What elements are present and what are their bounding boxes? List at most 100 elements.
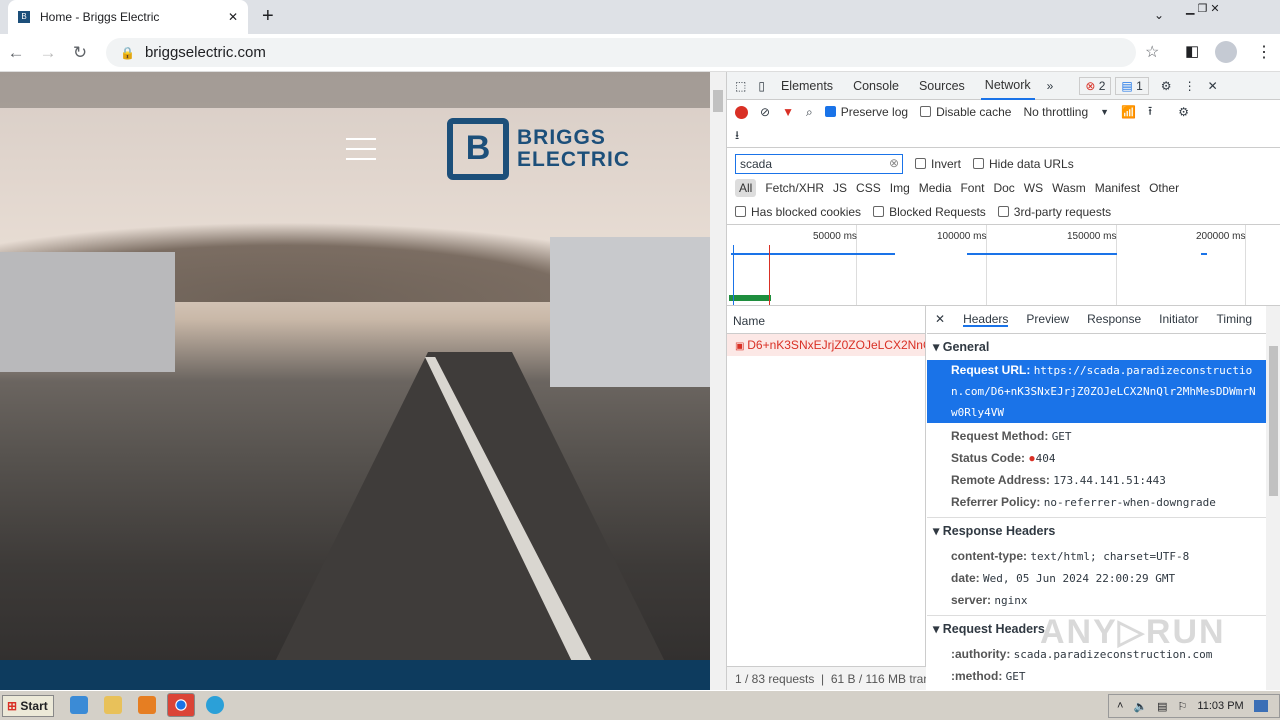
timeline-bar	[731, 253, 895, 255]
import-har-icon[interactable]: ⭱	[1148, 102, 1152, 123]
tab-timing[interactable]: Timing	[1217, 312, 1253, 327]
messages-badge[interactable]: ▤ 1	[1115, 76, 1149, 95]
type-js[interactable]: JS	[833, 181, 847, 195]
taskbar: ⊞ Start ˄ 🔈 ▤ ⚐ 11:03 PM	[0, 690, 1280, 720]
details-scrollbar[interactable]	[1266, 306, 1280, 690]
filter-icon[interactable]: ▼	[782, 105, 794, 119]
show-desktop-icon[interactable]	[1253, 700, 1268, 712]
reload-icon[interactable]: ↻	[64, 43, 96, 63]
invert-checkbox[interactable]: Invert	[915, 157, 961, 171]
errors-badge[interactable]: ⊗ 2	[1079, 76, 1112, 95]
disable-cache-checkbox[interactable]: Disable cache	[920, 105, 1011, 119]
page-scrollbar[interactable]	[710, 72, 726, 690]
blocked-requests-checkbox[interactable]: Blocked Requests	[873, 205, 986, 219]
back-icon[interactable]: ←	[0, 43, 32, 63]
type-wasm[interactable]: Wasm	[1052, 181, 1086, 195]
status-dot-icon: ●	[1028, 451, 1036, 465]
clear-filter-icon[interactable]: ⊗	[889, 156, 899, 170]
menu-icon[interactable]: ⋮	[1256, 42, 1272, 62]
hamburger-menu-icon[interactable]	[346, 138, 376, 168]
settings-icon[interactable]: ⚙	[1161, 79, 1172, 93]
status-bar: 1 / 83 requests | 61 B / 116 MB transfer…	[727, 666, 926, 690]
type-fetch-xhr[interactable]: Fetch/XHR	[765, 181, 824, 195]
name-column-header[interactable]: Name	[727, 306, 925, 334]
hide-data-urls-checkbox[interactable]: Hide data URLs	[973, 157, 1074, 171]
close-tab-icon[interactable]: ✕	[228, 10, 238, 24]
browser-tab[interactable]: B Home - Briggs Electric ✕	[8, 0, 248, 34]
watermark: ANY▷RUN	[1040, 613, 1226, 651]
has-blocked-cookies-checkbox[interactable]: Has blocked cookies	[735, 205, 861, 219]
type-font[interactable]: Font	[960, 181, 984, 195]
forward-icon[interactable]: →	[32, 43, 64, 63]
network-icon[interactable]: ▤	[1157, 700, 1167, 713]
side-panel-icon[interactable]: ◧	[1185, 42, 1199, 60]
lock-icon: 🔒	[120, 45, 135, 60]
network-settings-icon[interactable]: ⚙	[1178, 105, 1189, 119]
window-controls[interactable]: ▁ ❐ ✕	[1186, 2, 1220, 15]
response-header: server: nginx	[951, 593, 1028, 607]
clear-icon[interactable]: ⊘	[760, 105, 770, 119]
timeline-tick: 150000 ms	[1067, 231, 1117, 242]
tab-sources[interactable]: Sources	[915, 73, 969, 99]
bookmark-star-icon[interactable]: ☆	[1145, 42, 1159, 62]
start-button[interactable]: ⊞ Start	[2, 695, 54, 717]
clock[interactable]: 11:03 PM	[1197, 700, 1243, 712]
network-overview-timeline[interactable]: 50000 ms 100000 ms 150000 ms 200000 ms	[727, 224, 1280, 306]
inspect-icon[interactable]: ⬚	[735, 79, 746, 93]
close-details-icon[interactable]: ✕	[935, 312, 945, 327]
type-all[interactable]: All	[735, 179, 757, 197]
site-logo[interactable]: B BRIGGS ELECTRIC	[447, 118, 630, 180]
export-har-icon[interactable]: ⭳	[735, 126, 739, 147]
third-party-checkbox[interactable]: 3rd-party requests	[997, 205, 1111, 219]
request-url[interactable]: Request URL: https://scada.paradizeconst…	[927, 360, 1266, 423]
type-ws[interactable]: WS	[1024, 181, 1043, 195]
chrome-icon[interactable]	[167, 693, 195, 717]
dropdown-icon[interactable]: ▼	[1100, 107, 1109, 117]
request-row[interactable]: ▣ D6+nK3SNxEJrjZ0ZOJeLCX2NnQlr2MhMesDDWm…	[727, 334, 925, 356]
tab-preview[interactable]: Preview	[1026, 312, 1069, 327]
show-hidden-icon[interactable]: ˄	[1117, 700, 1123, 712]
ie-icon[interactable]	[70, 696, 88, 714]
tab-network[interactable]: Network	[980, 72, 1035, 100]
profile-avatar[interactable]	[1215, 41, 1237, 63]
edge-icon[interactable]	[206, 696, 224, 714]
tab-elements[interactable]: Elements	[777, 73, 837, 99]
timeline-tick: 100000 ms	[937, 231, 987, 242]
errors-count: 2	[1098, 78, 1106, 93]
tab-search-icon[interactable]: ⌄	[1154, 8, 1164, 22]
close-devtools-icon[interactable]: ✕	[1208, 79, 1218, 93]
response-headers-section[interactable]: ▾ Response Headers	[927, 517, 1266, 545]
top-bar	[0, 72, 710, 108]
device-toggle-icon[interactable]: ▯	[758, 79, 765, 93]
more-tabs-button[interactable]: »	[1047, 79, 1054, 93]
record-icon[interactable]	[735, 105, 748, 119]
tab-console[interactable]: Console	[849, 73, 903, 99]
tab-response[interactable]: Response	[1087, 312, 1141, 327]
type-manifest[interactable]: Manifest	[1095, 181, 1140, 195]
throttling-select[interactable]: No throttling	[1023, 105, 1088, 119]
media-player-icon[interactable]	[138, 696, 156, 714]
type-css[interactable]: CSS	[856, 181, 881, 195]
type-doc[interactable]: Doc	[993, 181, 1014, 195]
tab-initiator[interactable]: Initiator	[1159, 312, 1198, 327]
referrer-policy: Referrer Policy: no-referrer-when-downgr…	[951, 495, 1216, 509]
type-img[interactable]: Img	[890, 181, 910, 195]
general-section[interactable]: ▾ General	[927, 334, 1266, 360]
network-conditions-icon[interactable]: 📶	[1121, 105, 1136, 119]
new-tab-button[interactable]: +	[262, 5, 274, 28]
search-icon[interactable]: ⌕	[806, 105, 813, 120]
building-image	[0, 252, 175, 372]
explorer-icon[interactable]	[104, 696, 122, 714]
more-options-icon[interactable]: ⋮	[1184, 79, 1196, 93]
timeline-bar	[729, 295, 771, 301]
preserve-log-checkbox[interactable]: Preserve log	[824, 105, 908, 119]
type-media[interactable]: Media	[919, 181, 952, 195]
type-other[interactable]: Other	[1149, 181, 1179, 195]
address-bar[interactable]: 🔒 briggselectric.com	[106, 38, 1136, 67]
action-center-flag-icon[interactable]: ⚐	[1178, 700, 1188, 713]
tab-headers[interactable]: Headers	[963, 312, 1009, 327]
volume-icon[interactable]: 🔈	[1133, 700, 1147, 713]
building-image	[550, 237, 710, 387]
logo-mark: B	[447, 118, 509, 180]
filter-input[interactable]: scada ⊗	[735, 154, 903, 174]
